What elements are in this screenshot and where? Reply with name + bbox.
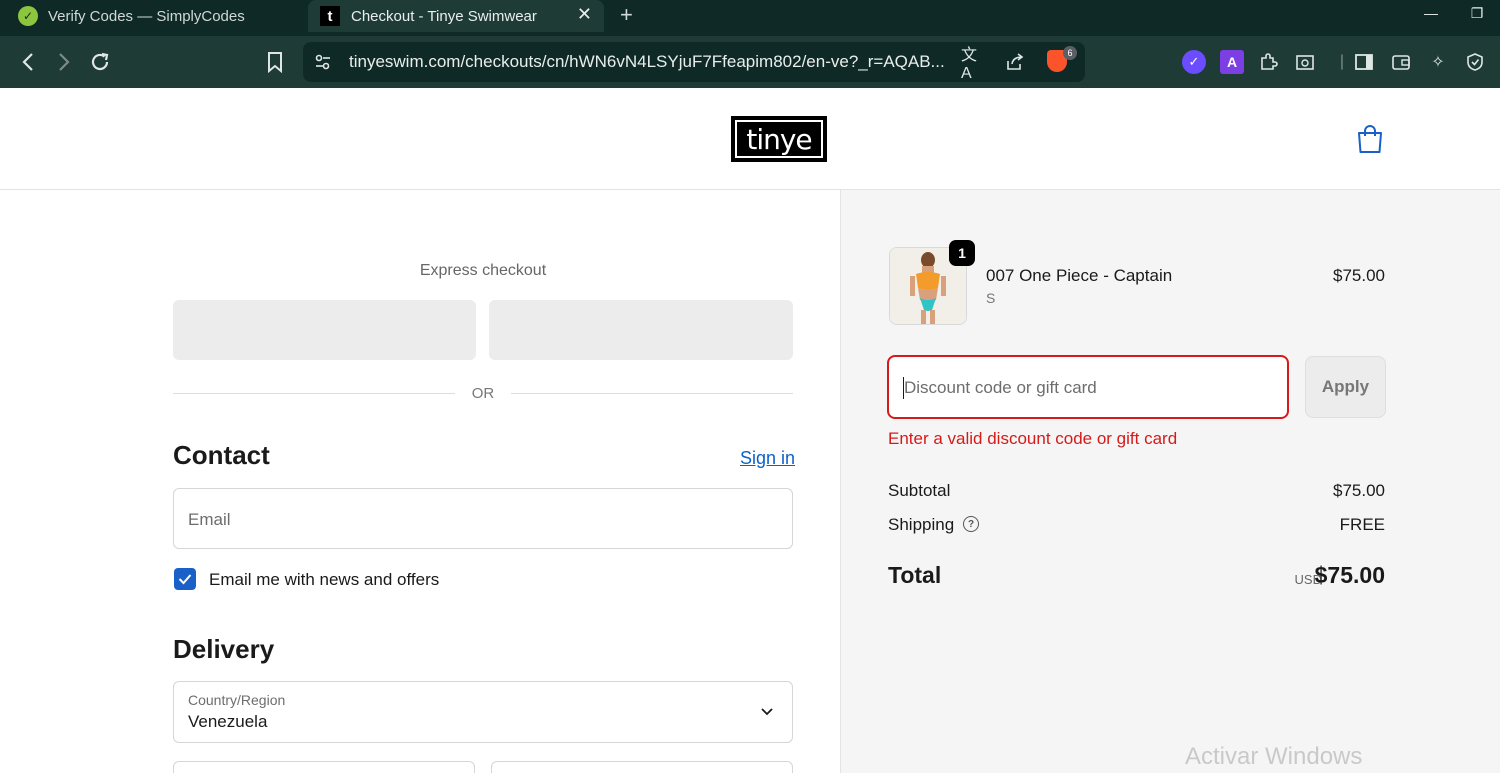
- country-select[interactable]: Country/Region Venezuela: [173, 681, 793, 743]
- logo-text: tinye: [746, 122, 812, 156]
- product-variant: S: [986, 290, 996, 306]
- checkout-form: Express checkout OR Contact Sign in Emai…: [0, 190, 840, 773]
- windows-activation-watermark: Activar Windows: [1185, 743, 1363, 770]
- close-tab-icon[interactable]: ✕: [577, 4, 592, 25]
- chevron-down-icon: [761, 708, 773, 716]
- product-name: 007 One Piece - Captain: [986, 266, 1173, 285]
- discount-error-message: Enter a valid discount code or gift card: [888, 429, 1178, 448]
- browser-tab-bar: ✓ Verify Codes — SimplyCodes t Checkout …: [0, 0, 1500, 36]
- sign-in-link[interactable]: Sign in: [740, 448, 795, 469]
- vpn-shield-icon[interactable]: [1463, 50, 1487, 74]
- last-name-field[interactable]: [491, 761, 793, 773]
- toolbar-divider: |: [1339, 53, 1345, 70]
- express-pay-button-2[interactable]: [489, 300, 793, 360]
- sidebar-icon[interactable]: [1352, 50, 1376, 74]
- tab-title: Verify Codes — SimplyCodes: [48, 7, 245, 25]
- url-text[interactable]: tinyeswim.com/checkouts/cn/hWN6vN4LSYjuF…: [349, 52, 949, 72]
- extensions-puzzle-icon[interactable]: [1256, 50, 1280, 74]
- order-summary: 1 007 One Piece - Captain S $75.00 Disco…: [840, 190, 1500, 773]
- country-label: Country/Region: [188, 692, 286, 708]
- discount-placeholder: Discount code or gift card: [904, 378, 1097, 397]
- text-caret: [903, 377, 904, 399]
- back-icon[interactable]: [14, 48, 42, 76]
- leo-ai-icon[interactable]: ✧: [1426, 50, 1450, 74]
- apply-discount-button[interactable]: Apply: [1305, 356, 1386, 418]
- product-price: $75.00: [1333, 266, 1385, 285]
- extension-simplycodes-icon[interactable]: ✓: [1182, 50, 1206, 74]
- shipping-label: Shipping: [888, 515, 955, 534]
- shipping-value: FREE: [1339, 515, 1385, 534]
- tab-title: Checkout - Tinye Swimwear: [351, 7, 537, 25]
- forward-icon[interactable]: [50, 48, 78, 76]
- or-separator: OR: [471, 385, 495, 402]
- country-value: Venezuela: [188, 712, 268, 731]
- help-icon[interactable]: ?: [963, 516, 979, 532]
- browser-toolbar: tinyeswim.com/checkouts/cn/hWN6vN4LSYjuF…: [0, 36, 1500, 88]
- reader-mode-icon[interactable]: [1293, 50, 1317, 74]
- bookmark-icon[interactable]: [261, 48, 289, 76]
- total-label: Total: [888, 562, 942, 588]
- minimize-icon[interactable]: —: [1408, 0, 1454, 26]
- tab-checkout[interactable]: t Checkout - Tinye Swimwear ✕: [308, 0, 604, 32]
- discount-code-input[interactable]: Discount code or gift card: [887, 355, 1289, 419]
- email-placeholder: Email: [188, 510, 231, 529]
- tinye-logo[interactable]: tinye: [731, 116, 827, 162]
- new-tab-button[interactable]: +: [620, 2, 633, 28]
- window-controls: — ❐: [1408, 0, 1500, 26]
- contact-heading: Contact: [173, 440, 270, 470]
- quantity-badge: 1: [949, 240, 975, 266]
- share-icon[interactable]: [1003, 50, 1027, 74]
- divider: [511, 393, 793, 394]
- site-header: tinye: [0, 88, 1500, 190]
- simplycodes-favicon-icon: ✓: [18, 6, 38, 26]
- subtotal-value: $75.00: [1333, 481, 1385, 500]
- address-bar[interactable]: tinyeswim.com/checkouts/cn/hWN6vN4LSYjuF…: [303, 42, 1085, 82]
- wallet-icon[interactable]: [1389, 50, 1413, 74]
- checkmark-icon: [178, 574, 192, 585]
- first-name-field[interactable]: [173, 761, 475, 773]
- total-value: $75.00: [1314, 562, 1385, 588]
- extension-a-icon[interactable]: A: [1220, 50, 1244, 74]
- newsletter-label: Email me with news and offers: [209, 570, 440, 589]
- site-settings-icon[interactable]: [311, 50, 335, 74]
- restore-icon[interactable]: ❐: [1454, 0, 1500, 26]
- shopping-bag-icon[interactable]: [1356, 124, 1384, 154]
- express-checkout-title: Express checkout: [419, 262, 547, 279]
- tinye-favicon-icon: t: [320, 6, 340, 26]
- translate-icon[interactable]: 文A: [961, 47, 985, 82]
- shields-count-badge: 6: [1063, 46, 1077, 60]
- reload-icon[interactable]: [86, 48, 114, 76]
- delivery-heading: Delivery: [173, 634, 275, 664]
- divider: [173, 393, 455, 394]
- subtotal-label: Subtotal: [888, 481, 951, 500]
- email-field[interactable]: Email: [173, 488, 793, 549]
- tab-simplycodes[interactable]: ✓ Verify Codes — SimplyCodes: [10, 0, 300, 32]
- express-pay-button-1[interactable]: [173, 300, 476, 360]
- newsletter-checkbox[interactable]: [174, 568, 196, 590]
